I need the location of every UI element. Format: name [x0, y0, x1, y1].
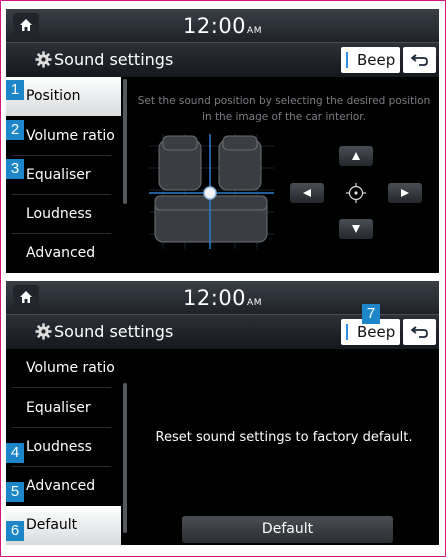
beep-label: Beep [357, 51, 396, 69]
menu-item-label: Advanced [26, 478, 96, 494]
triangle-left-icon [303, 189, 311, 197]
menu-item-label: Position [26, 88, 81, 104]
page-title: Sound settings [54, 50, 174, 69]
callout-marker-4: 4 [6, 443, 24, 463]
gear-icon [35, 323, 52, 340]
center-position-button[interactable] [339, 181, 373, 205]
callout-marker-7: 7 [362, 304, 380, 324]
callout-marker-3: 3 [6, 159, 24, 179]
menu-item-label: Advanced [26, 245, 96, 261]
menu-item-advanced[interactable]: Advanced [6, 234, 121, 273]
gear-icon [35, 51, 52, 68]
menu-scrollbar[interactable] [123, 79, 127, 204]
back-button[interactable] [403, 47, 436, 73]
beep-indicator [346, 52, 348, 68]
menu-scrollbar[interactable] [123, 383, 127, 533]
back-button[interactable] [403, 319, 436, 345]
menu-item-label: Volume ratio [26, 360, 115, 376]
triangle-right-icon [401, 189, 409, 197]
status-bar: 12:00AM [6, 9, 439, 42]
arrow-left-button[interactable] [290, 183, 324, 203]
clock-ampm: AM [247, 26, 262, 36]
beep-button[interactable]: Beep [341, 47, 400, 73]
car-interior-image[interactable] [149, 134, 274, 249]
screen-position: 12:00AM Sound settings Beep Position Vol… [6, 9, 439, 273]
crosshair-icon [346, 183, 366, 203]
callout-marker-6: 6 [6, 521, 24, 541]
header-bar: Sound settings Beep [6, 42, 439, 77]
back-arrow-icon [411, 54, 428, 66]
arrow-down-button[interactable] [339, 219, 373, 239]
menu-item-label: Default [26, 517, 78, 533]
menu-item-label: Equaliser [26, 400, 91, 416]
menu-item-label: Volume ratio [26, 128, 115, 144]
arrow-up-button[interactable] [339, 146, 373, 166]
menu-item-label: Loudness [26, 206, 92, 222]
menu-item-volume-ratio[interactable]: Volume ratio [6, 349, 121, 388]
reset-message: Reset sound settings to factory default. [155, 430, 413, 445]
callout-marker-5: 5 [6, 482, 24, 502]
position-instructions: Set the sound position by selecting the … [137, 95, 431, 123]
beep-label: Beep [357, 323, 396, 341]
triangle-up-icon [352, 152, 360, 160]
menu-item-equaliser[interactable]: Equaliser [6, 389, 121, 428]
callout-marker-2: 2 [6, 120, 24, 140]
arrow-right-button[interactable] [388, 183, 422, 203]
clock: 12:00AM [6, 14, 439, 38]
default-button[interactable]: Default [182, 516, 393, 543]
triangle-down-icon [352, 225, 360, 233]
callout-marker-1: 1 [6, 80, 24, 100]
menu-item-label: Equaliser [26, 167, 91, 183]
back-arrow-icon [411, 326, 428, 338]
page-title: Sound settings [54, 322, 174, 341]
clock-ampm: AM [247, 298, 262, 308]
clock-time: 12:00 [183, 286, 247, 310]
menu-item-loudness[interactable]: Loudness [6, 195, 121, 234]
menu-item-label: Loudness [26, 439, 92, 455]
clock-time: 12:00 [183, 14, 247, 38]
beep-indicator [346, 324, 348, 340]
